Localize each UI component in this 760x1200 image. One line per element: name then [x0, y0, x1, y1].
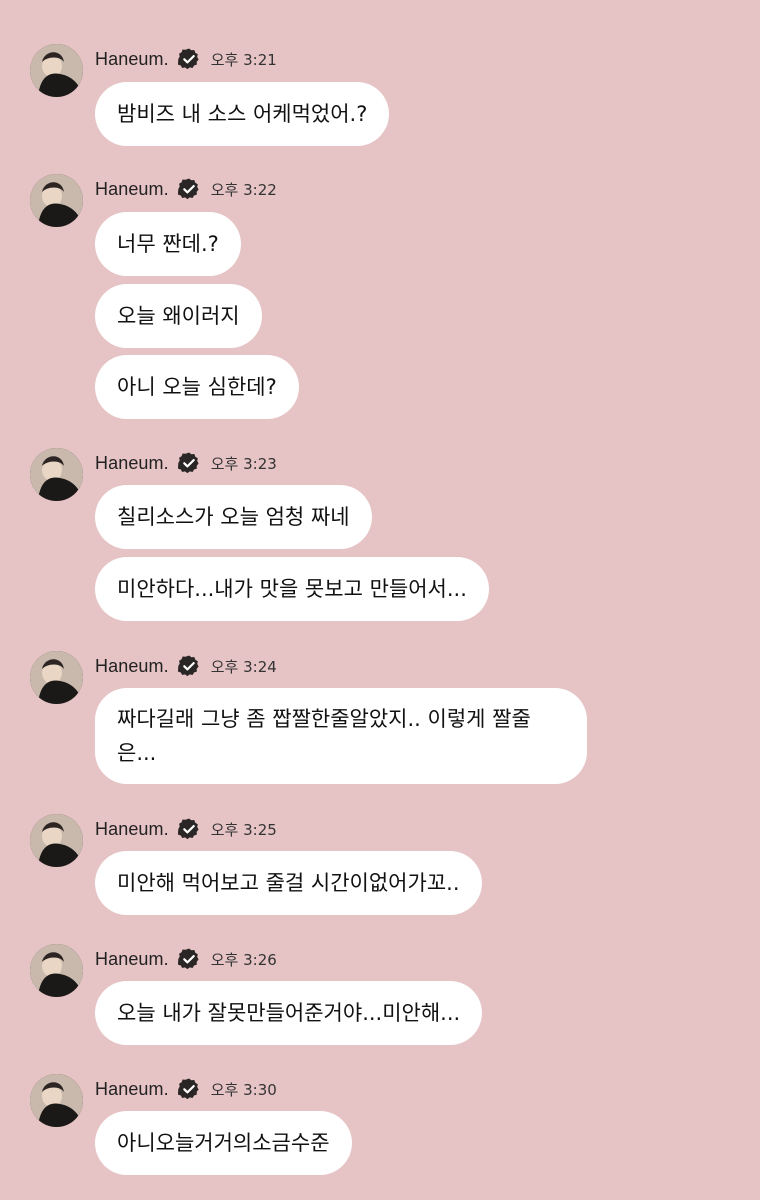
verified-badge-icon — [177, 655, 199, 677]
message-bubble[interactable]: 짜다길래 그냥 좀 짭짤한줄알았지.. 이렇게 짤줄은... — [95, 688, 587, 784]
message-timestamp: 오후 3:22 — [210, 180, 277, 199]
verified-badge-icon — [177, 948, 199, 970]
message-header: Haneum. 오후 3:26 — [95, 946, 277, 972]
message-bubble[interactable]: 오늘 왜이러지 — [95, 284, 262, 348]
sender-name[interactable]: Haneum. — [95, 453, 169, 474]
verified-badge-icon — [177, 818, 199, 840]
avatar[interactable] — [30, 814, 83, 867]
message-timestamp: 오후 3:21 — [210, 50, 277, 69]
avatar[interactable] — [30, 44, 83, 97]
message-bubble[interactable]: 오늘 내가 잘못만들어준거야...미안해... — [95, 981, 483, 1045]
sender-name[interactable]: Haneum. — [95, 656, 169, 677]
verified-badge-icon — [177, 48, 199, 70]
chat-thread: Haneum. 오후 3:21 밤비즈 내 소스 어케먹었어.? Haneum.… — [0, 0, 760, 1200]
message-bubble[interactable]: 너무 짠데.? — [95, 212, 241, 276]
message-header: Haneum. 오후 3:24 — [95, 653, 277, 679]
message-header: Haneum. 오후 3:21 — [95, 46, 277, 72]
sender-name[interactable]: Haneum. — [95, 949, 169, 970]
avatar[interactable] — [30, 944, 83, 997]
sender-name[interactable]: Haneum. — [95, 819, 169, 840]
avatar[interactable] — [30, 1074, 83, 1127]
sender-name[interactable]: Haneum. — [95, 179, 169, 200]
message-timestamp: 오후 3:25 — [210, 820, 277, 839]
verified-badge-icon — [177, 1078, 199, 1100]
message-bubble[interactable]: 미안하다...내가 맛을 못보고 만들어서... — [95, 557, 489, 621]
avatar[interactable] — [30, 448, 83, 501]
message-bubble[interactable]: 아니 오늘 심한데? — [95, 355, 299, 419]
avatar[interactable] — [30, 651, 83, 704]
message-timestamp: 오후 3:26 — [210, 950, 277, 969]
verified-badge-icon — [177, 452, 199, 474]
message-bubble[interactable]: 밤비즈 내 소스 어케먹었어.? — [95, 82, 390, 146]
verified-badge-icon — [177, 178, 199, 200]
avatar[interactable] — [30, 174, 83, 227]
message-header: Haneum. 오후 3:30 — [95, 1076, 277, 1102]
sender-name[interactable]: Haneum. — [95, 1079, 169, 1100]
message-header: Haneum. 오후 3:25 — [95, 816, 277, 842]
message-bubble[interactable]: 미안해 먹어보고 줄걸 시간이없어가꼬.. — [95, 851, 482, 915]
message-timestamp: 오후 3:30 — [210, 1080, 277, 1099]
sender-name[interactable]: Haneum. — [95, 49, 169, 70]
message-header: Haneum. 오후 3:23 — [95, 450, 277, 476]
message-timestamp: 오후 3:23 — [210, 454, 277, 473]
message-bubble[interactable]: 아니오늘거거의소금수준 — [95, 1111, 352, 1175]
message-timestamp: 오후 3:24 — [210, 657, 277, 676]
message-bubble[interactable]: 칠리소스가 오늘 엄청 짜네 — [95, 485, 372, 549]
message-header: Haneum. 오후 3:22 — [95, 176, 277, 202]
